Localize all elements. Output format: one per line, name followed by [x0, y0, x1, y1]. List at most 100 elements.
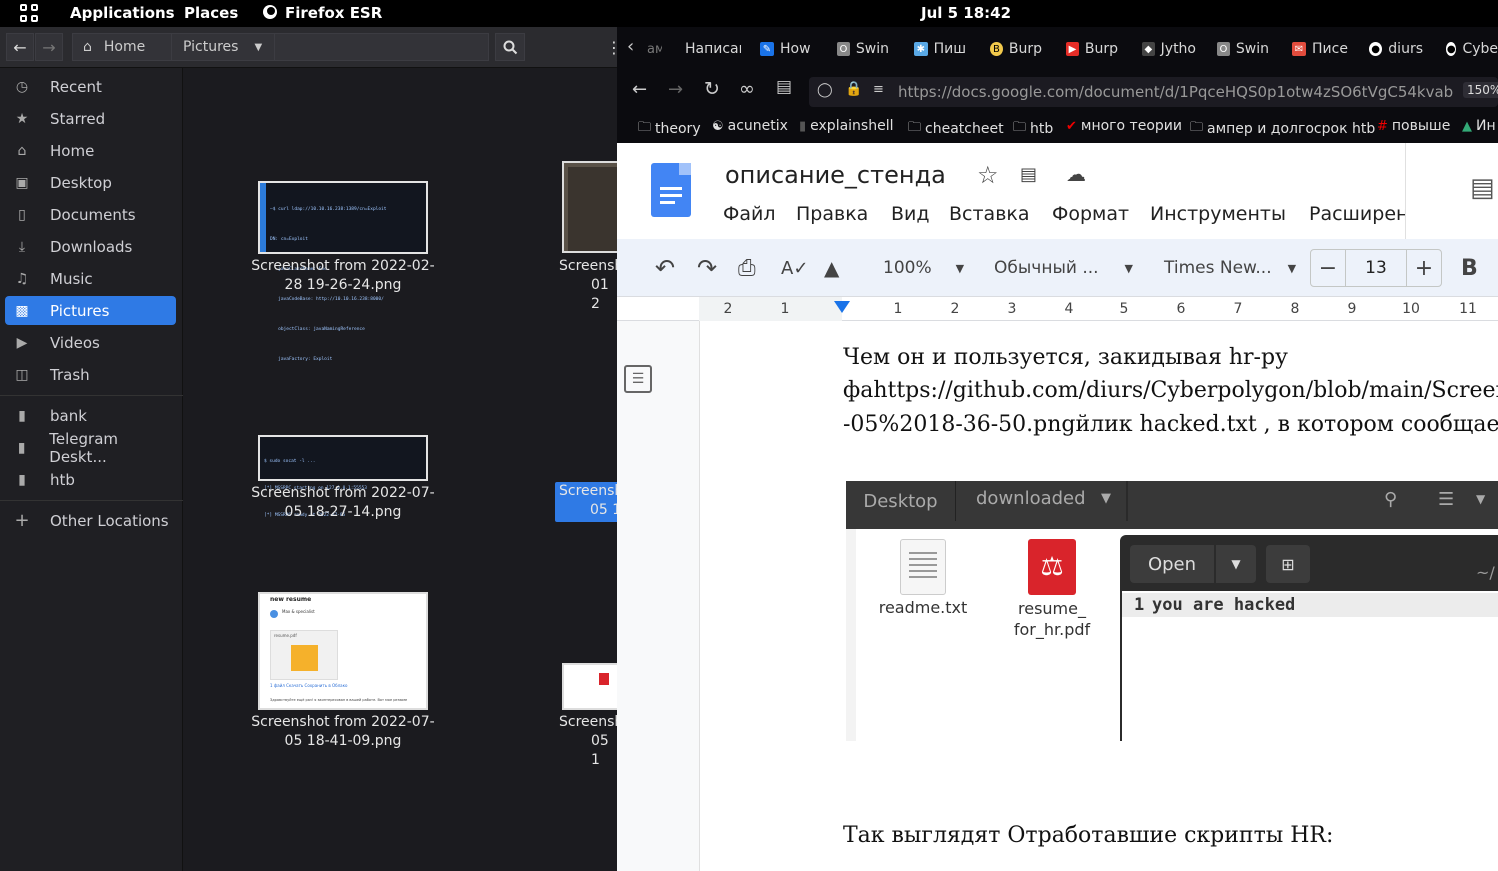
document-page[interactable]: Чем он и пользуется, закидывая hr-ру фаh…	[699, 321, 1498, 871]
sidebar-item-music[interactable]: ♫ Music	[5, 264, 176, 293]
embedded-screenshot[interactable]: Desktop downloaded ▼ ⚲ ☰ ▼ readme.txt ⚖	[846, 481, 1498, 741]
private-mask-icon[interactable]: ∞	[739, 78, 755, 100]
zoom-indicator[interactable]: 150%	[1463, 82, 1498, 98]
places-menu[interactable]: Places	[184, 4, 238, 22]
menu-extensions[interactable]: Расширен	[1309, 203, 1405, 225]
tab[interactable]: Написан	[685, 39, 741, 59]
lock-icon[interactable]: 🔒	[845, 81, 862, 97]
file-thumbnail[interactable]: new resume Max & specialist resume.pdf 1…	[258, 592, 428, 710]
tab[interactable]: ✎ How	[760, 39, 813, 59]
file-name[interactable]: Screenshot from 2022-07- 05 18-41-09.png	[243, 713, 443, 751]
sidebar-item-videos[interactable]: ▶ Videos	[5, 328, 176, 357]
tab[interactable]: B Burp	[990, 39, 1042, 59]
menu-file[interactable]: Файл	[723, 203, 776, 225]
style-select[interactable]: Обычный ... ▼	[994, 249, 1133, 287]
breadcrumb-pictures[interactable]: Pictures ▼	[171, 33, 275, 61]
file-thumbnail[interactable]	[562, 663, 622, 710]
shield-icon[interactable]: ◯	[817, 82, 833, 98]
sidebar-item-trash[interactable]: ◫ Trash	[5, 360, 176, 389]
bookmark-acunetix[interactable]: ☯ acunetix	[712, 118, 788, 134]
redo-icon[interactable]: ↷	[697, 249, 717, 287]
url-bar[interactable]: ◯ 🔒 ≡ https://docs.google.com/document/d…	[809, 77, 1498, 107]
search-button[interactable]	[495, 33, 525, 61]
forward-button[interactable]: →	[35, 33, 63, 61]
file-name-selected[interactable]: Screensh 05 1	[555, 482, 625, 522]
bookmark-theory-ru[interactable]: ✔ много теории	[1066, 118, 1182, 134]
sidebar-item-downloads[interactable]: ⤓ Downloads	[5, 232, 176, 261]
font-size-decrease[interactable]: −	[1310, 249, 1346, 287]
file-thumbnail[interactable]: —$ curl ldap://10.10.16.238:1389/cn=Expl…	[258, 181, 428, 362]
tab-partial[interactable]: ам	[647, 39, 662, 59]
bold-button[interactable]: B	[1461, 249, 1478, 287]
menu-tools[interactable]: Инструменты	[1150, 203, 1286, 225]
chevron-down-icon[interactable]: ▼	[254, 42, 262, 53]
sidebar-item-documents[interactable]: ▯ Documents	[5, 200, 176, 229]
folder-open-icon[interactable]: ▤	[776, 77, 792, 97]
file-thumbnail[interactable]: $ sudo socat -l ... [*] MSSRPC starting …	[258, 435, 428, 518]
sidebar-item-htb[interactable]: ▮ htb	[5, 465, 176, 494]
tab[interactable]: O Swin	[1217, 39, 1269, 59]
file-name[interactable]: Screensh 01 2	[559, 257, 623, 314]
comments-icon[interactable]: ▤	[1470, 173, 1495, 203]
move-folder-icon[interactable]: ▤	[1020, 164, 1037, 185]
sidebar-item-starred[interactable]: ★ Starred	[5, 104, 176, 133]
sidebar-item-other-locations[interactable]: + Other Locations	[5, 506, 176, 535]
undo-icon[interactable]: ↶	[655, 249, 675, 287]
tab[interactable]: ✉ Писе	[1292, 39, 1350, 59]
bookmark-amper[interactable]: 🗀 ампер и долгосрок htb	[1190, 118, 1375, 140]
tab[interactable]: ◆ Jytho	[1142, 39, 1196, 59]
github-favicon: ●	[1369, 42, 1383, 56]
forward-arrow-icon[interactable]: →	[668, 79, 683, 100]
zoom-select[interactable]: 100% ▼	[883, 249, 964, 287]
tab-label: Написан	[685, 41, 741, 57]
menu-view[interactable]: Вид	[891, 203, 930, 225]
applications-menu[interactable]: Applications	[70, 4, 175, 22]
app-grid-icon[interactable]	[20, 4, 38, 22]
sidebar-item-telegram[interactable]: ▮ Telegram Deskt...	[5, 430, 176, 466]
tab[interactable]: ✱ Пиш	[914, 39, 966, 59]
print-icon[interactable]: ⎙	[738, 249, 756, 287]
font-size-increase[interactable]: +	[1406, 249, 1442, 287]
back-arrow-icon[interactable]: ←	[632, 79, 647, 100]
tab-label: Пиш	[933, 41, 966, 57]
folder-icon: 🗀	[1190, 120, 1204, 135]
bookmark-explainshell[interactable]: ▮ explainshell	[799, 118, 894, 134]
menu-insert[interactable]: Вставка	[949, 203, 1030, 225]
menu-edit[interactable]: Правка	[796, 203, 868, 225]
spellcheck-icon[interactable]: A✓	[781, 249, 808, 287]
file-name[interactable]: Screensh 05 1	[559, 713, 623, 770]
bookmark-theory[interactable]: 🗀 theory	[638, 118, 701, 140]
breadcrumb-home[interactable]: ⌂ Home	[72, 33, 172, 61]
bookmark-povyshe[interactable]: # повыше	[1377, 118, 1450, 134]
menu-format[interactable]: Формат	[1052, 203, 1129, 225]
font-size-input[interactable]: 13	[1346, 249, 1406, 287]
document-title[interactable]: описание_стенда	[725, 161, 946, 189]
font-select[interactable]: Times New... ▼	[1164, 249, 1296, 287]
tab[interactable]: O Swin	[837, 39, 889, 59]
star-icon[interactable]: ☆	[977, 161, 999, 189]
permissions-icon[interactable]: ≡	[873, 82, 884, 97]
clock[interactable]: Jul 5 18:42	[921, 4, 1011, 22]
sidebar-item-desktop[interactable]: ▣ Desktop	[5, 168, 176, 197]
back-button[interactable]: ←	[6, 33, 34, 61]
bookmark-in[interactable]: ▲ Ин	[1462, 118, 1496, 134]
tab[interactable]: ● diurs	[1369, 39, 1423, 59]
sidebar-item-home[interactable]: ⌂ Home	[5, 136, 176, 165]
outline-icon[interactable]: ☰	[624, 365, 652, 393]
paint-format-icon[interactable]: ▲	[824, 249, 839, 287]
file-name[interactable]: Screenshot from 2022-02- 28 19-26-24.png	[243, 257, 443, 295]
active-app-menu[interactable]: Firefox ESR	[285, 4, 382, 22]
sidebar-item-recent[interactable]: ◷ Recent	[5, 72, 176, 101]
file-thumbnail[interactable]	[562, 161, 622, 253]
bookmark-htb[interactable]: 🗀 htb	[1013, 118, 1053, 140]
docs-logo-icon[interactable]	[651, 163, 691, 217]
file-name[interactable]: Screenshot from 2022-07- 05 18-27-14.png	[243, 484, 443, 522]
sidebar-item-bank[interactable]: ▮ bank	[5, 401, 176, 430]
cloud-status-icon[interactable]: ☁	[1066, 162, 1086, 186]
tab[interactable]: ▶ Burp	[1066, 39, 1118, 59]
bookmark-cheatcheet[interactable]: 🗀 cheatcheet	[908, 118, 1004, 140]
sidebar-item-pictures[interactable]: ▩ Pictures	[5, 296, 176, 325]
tab-scroll-left-icon[interactable]: ‹	[627, 36, 634, 56]
reload-icon[interactable]: ↻	[704, 78, 720, 100]
tab[interactable]: ● Cybe	[1446, 39, 1498, 59]
